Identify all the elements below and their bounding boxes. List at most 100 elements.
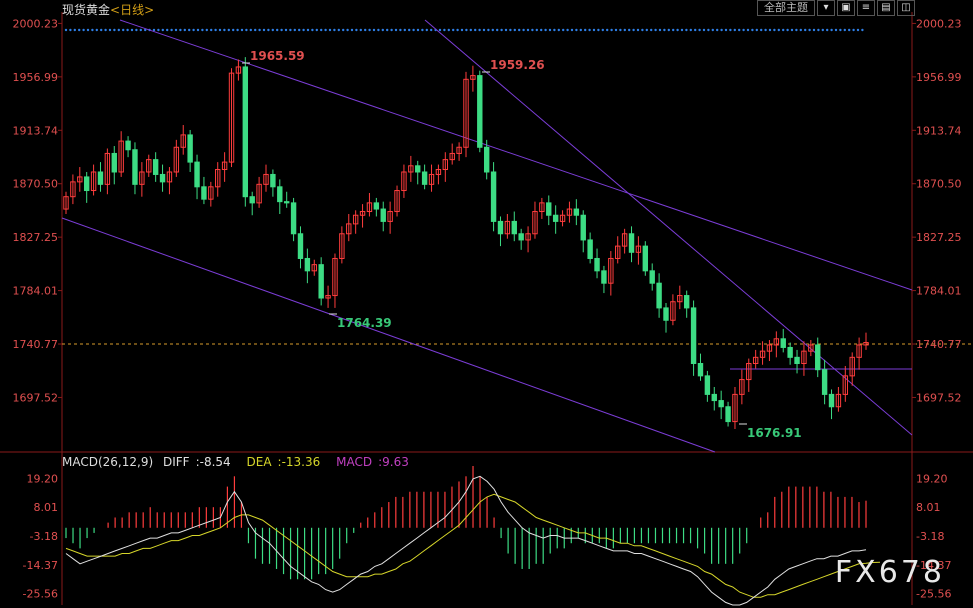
candle-body (601, 270, 607, 284)
dot-marker (592, 28, 596, 32)
macd-y-tick-left: -14.37 (23, 559, 58, 572)
dot-marker (104, 28, 107, 32)
candle-body (828, 393, 835, 408)
chart-type-icon[interactable]: ▣ (837, 0, 855, 16)
y-tick-label-right: 2000.23 (916, 17, 962, 30)
dot-marker (443, 28, 446, 32)
dot-marker (738, 28, 741, 32)
dot-marker (69, 28, 72, 32)
candle-body (794, 356, 800, 365)
dot-marker (606, 28, 609, 32)
dot-marker (333, 28, 336, 32)
trend-lines (61, 19, 913, 453)
dot-marker (293, 28, 296, 32)
menu-icon[interactable]: ≡ (857, 0, 875, 16)
dot-marker (777, 28, 780, 32)
dot-marker (139, 28, 142, 32)
y-tick-label-right: 1697.52 (916, 391, 962, 404)
dot-marker (289, 28, 292, 32)
dot-marker (465, 28, 468, 32)
dot-marker (544, 28, 547, 32)
dot-marker (553, 28, 556, 32)
dot-marker (359, 28, 362, 32)
dot-marker (249, 28, 252, 32)
dot-marker (852, 28, 855, 32)
dot-marker (390, 28, 393, 32)
price-annotation: 1676.91 (747, 426, 802, 440)
dot-marker (808, 28, 811, 32)
dot-marker (650, 28, 653, 32)
macd-y-tick-left: -25.56 (23, 588, 58, 601)
dot-marker (408, 28, 411, 32)
dot-marker (764, 28, 767, 32)
dot-marker (724, 28, 728, 32)
dot-marker (742, 28, 745, 32)
dot-marker (570, 28, 574, 32)
candle-body (690, 307, 697, 365)
dot-marker (192, 28, 195, 32)
layout-icon[interactable]: ▤ (877, 0, 895, 16)
macd-y-tick-left: 8.01 (34, 501, 59, 514)
candle-body (270, 173, 276, 188)
y-tick-label-right: 1827.25 (916, 231, 962, 244)
macd-value-legend: MACD:9.63 (336, 455, 409, 469)
dot-marker (117, 28, 121, 32)
dot-marker (839, 28, 842, 32)
y-tick-label-right: 1740.77 (916, 338, 962, 351)
dot-marker (601, 28, 604, 32)
dea-legend: DEA:-13.36 (246, 455, 321, 469)
chart-canvas: 2000.23 2000.23 1956.99 1956.99 1913.74 1913.… (0, 12, 973, 606)
dot-marker (522, 28, 525, 32)
dot-marker (676, 28, 679, 32)
dot-marker (311, 28, 314, 32)
macd-y-tick-right: -3.18 (916, 530, 944, 543)
candle-body (587, 239, 593, 259)
diff-legend: DIFF:-8.54 (162, 455, 231, 469)
candle-body (628, 233, 635, 253)
dot-marker (645, 28, 648, 32)
period-label[interactable]: <日线> (110, 3, 154, 17)
candle-body (580, 214, 586, 241)
dot-marker (482, 28, 486, 32)
dot-marker (350, 28, 354, 32)
candle-body (518, 233, 524, 241)
dot-marker (240, 28, 244, 32)
macd-y-tick-left: 19.20 (27, 472, 59, 485)
dot-marker (658, 28, 662, 32)
dot-marker (680, 28, 684, 32)
dot-marker (425, 28, 428, 32)
dot-marker (267, 28, 270, 32)
dot-marker (82, 28, 85, 32)
dot-marker (755, 28, 758, 32)
split-view-icon[interactable]: ◫ (897, 0, 915, 16)
dot-marker (707, 28, 710, 32)
theme-select[interactable]: 全部主题 (757, 0, 815, 16)
candle-body (711, 393, 717, 402)
dot-marker (496, 28, 499, 32)
dot-marker (399, 28, 402, 32)
candle-body (725, 406, 731, 423)
dot-marker (672, 28, 675, 32)
dot-marker (73, 28, 77, 32)
candle-body (573, 208, 580, 216)
dot-marker (196, 28, 200, 32)
dot-marker (584, 28, 587, 32)
dot-marker (284, 28, 288, 32)
chart-header: 现货黄金<日线> (62, 1, 154, 18)
y-tick-label-left: 1913.74 (13, 124, 59, 137)
y-tick-label-left: 1697.52 (13, 391, 59, 404)
candle-body (815, 344, 821, 371)
symbol-label: 现货黄金 (62, 3, 111, 17)
dropdown-arrow-icon[interactable]: ▾ (817, 0, 835, 16)
dot-marker (262, 28, 266, 32)
candle-body (242, 66, 249, 198)
y-tick-label-left: 1784.01 (13, 285, 59, 298)
dot-marker (548, 28, 552, 32)
dot-marker (795, 28, 798, 32)
dot-marker (403, 28, 406, 32)
candle-body (415, 165, 421, 173)
dot-marker (394, 28, 398, 32)
dot-marker (381, 28, 384, 32)
dot-marker (456, 28, 459, 32)
dot-marker (412, 28, 415, 32)
